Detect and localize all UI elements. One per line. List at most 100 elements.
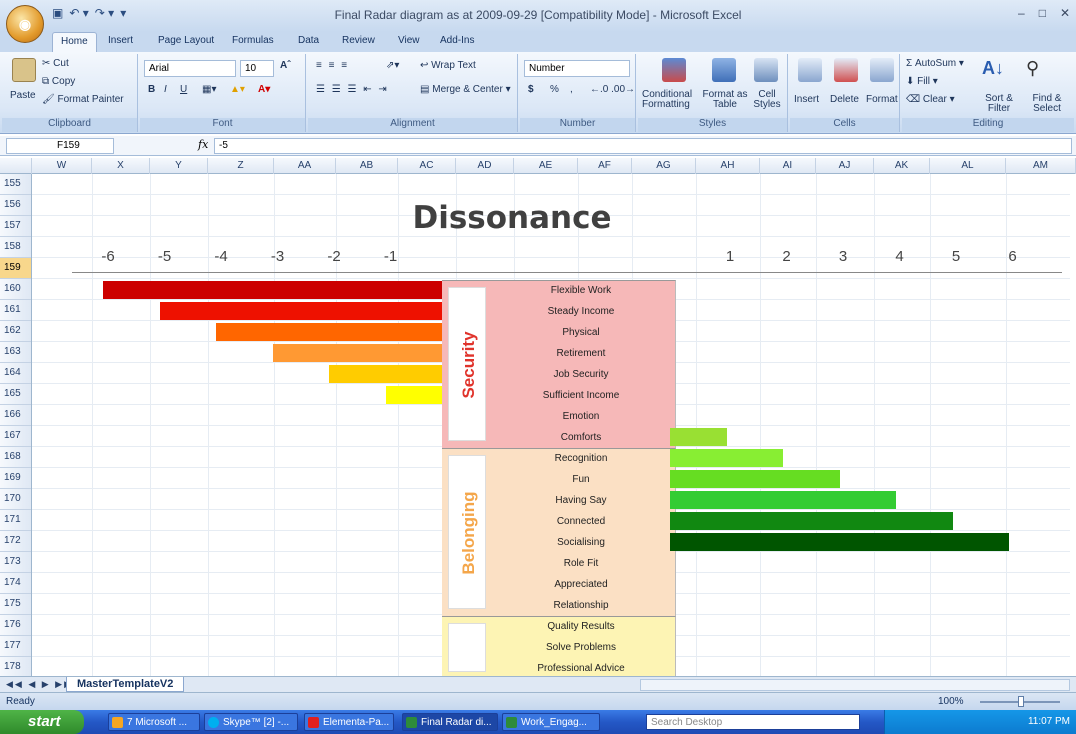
row-header[interactable]: 163 <box>0 342 31 363</box>
tab-insert[interactable]: Insert <box>108 35 133 46</box>
bar-negative[interactable] <box>103 281 442 299</box>
delete-cells-icon[interactable] <box>834 58 858 82</box>
row-header[interactable]: 174 <box>0 573 31 594</box>
row-header[interactable]: 165 <box>0 384 31 405</box>
paste-icon[interactable] <box>12 58 36 82</box>
column-header[interactable]: AC <box>398 158 456 174</box>
sort-filter-button[interactable]: Sort & Filter <box>974 94 1024 114</box>
format-table-icon[interactable] <box>712 58 736 82</box>
bar-negative[interactable] <box>385 386 442 404</box>
merge-center-button[interactable]: ▤ Merge & Center ▾ <box>420 84 511 95</box>
column-header[interactable]: Y <box>150 158 208 174</box>
close-button[interactable]: ✕ <box>1060 6 1070 20</box>
borders-icon[interactable]: ▦▾ <box>202 84 216 95</box>
zoom-slider-thumb[interactable] <box>1018 696 1024 707</box>
taskbar-item[interactable]: Final Radar di... <box>402 713 498 731</box>
font-name-select[interactable]: Arial <box>144 60 236 77</box>
tab-data[interactable]: Data <box>298 35 319 46</box>
row-header[interactable]: 177 <box>0 636 31 657</box>
row-header[interactable]: 160 <box>0 279 31 300</box>
taskbar-item[interactable]: 7 Microsoft ... <box>108 713 200 731</box>
row-header[interactable]: 166 <box>0 405 31 426</box>
bold-button[interactable]: B <box>148 84 155 95</box>
currency-button[interactable]: $ <box>528 84 534 95</box>
decimal-icons[interactable]: ←.0 .00→ <box>590 84 635 95</box>
row-header[interactable]: 176 <box>0 615 31 636</box>
bar-positive[interactable] <box>670 512 953 530</box>
bar-negative[interactable] <box>159 302 442 320</box>
tab-formulas[interactable]: Formulas <box>232 35 274 46</box>
column-header[interactable]: AA <box>274 158 336 174</box>
column-header[interactable]: AE <box>514 158 578 174</box>
row-header[interactable]: 172 <box>0 531 31 552</box>
comma-button[interactable]: , <box>570 84 573 95</box>
insert-cells-icon[interactable] <box>798 58 822 82</box>
number-format-select[interactable]: Number <box>524 60 630 77</box>
row-header[interactable]: 159 <box>0 258 31 279</box>
bar-positive[interactable] <box>670 491 896 509</box>
fill-color-icon[interactable]: ▲▾ <box>230 84 245 95</box>
find-select-icon[interactable]: ⚲ <box>1026 58 1039 79</box>
sheet-nav-arrows[interactable]: ◀◀ ◀ ▶ ▶▶ <box>6 679 73 690</box>
row-header[interactable]: 164 <box>0 363 31 384</box>
cell-styles-button[interactable]: Cell Styles <box>750 90 784 110</box>
font-color-icon[interactable]: A▾ <box>258 84 270 95</box>
format-button[interactable]: Format <box>866 94 898 105</box>
column-header[interactable]: X <box>92 158 150 174</box>
taskbar-item[interactable]: Skype™ [2] -... <box>204 713 298 731</box>
cut-button[interactable]: ✂ Cut <box>42 58 69 69</box>
vertical-align-icons[interactable]: ≡ ≡ ≡ <box>316 60 349 71</box>
fill-button[interactable]: ⬇ Fill ▾ <box>906 76 938 87</box>
copy-button[interactable]: ⧉ Copy <box>42 76 75 87</box>
horizontal-scrollbar[interactable] <box>640 679 1070 691</box>
column-header[interactable]: AB <box>336 158 398 174</box>
row-header[interactable]: 157 <box>0 216 31 237</box>
cell-styles-icon[interactable] <box>754 58 778 82</box>
row-header[interactable]: 167 <box>0 426 31 447</box>
bar-positive[interactable] <box>670 533 1009 551</box>
column-header[interactable]: AD <box>456 158 514 174</box>
row-header[interactable]: 156 <box>0 195 31 216</box>
underline-button[interactable]: U <box>180 84 187 95</box>
tab-view[interactable]: View <box>398 35 420 46</box>
row-header[interactable]: 178 <box>0 657 31 676</box>
insert-function-icon[interactable]: fx <box>198 138 208 151</box>
format-cells-icon[interactable] <box>870 58 894 82</box>
row-header[interactable]: 162 <box>0 321 31 342</box>
bar-negative[interactable] <box>272 344 442 362</box>
column-header[interactable]: W <box>32 158 92 174</box>
tab-review[interactable]: Review <box>342 35 375 46</box>
format-as-table-button[interactable]: Format as Table <box>702 90 748 110</box>
bar-positive[interactable] <box>670 470 840 488</box>
sheet-tab-mastertemplatev2[interactable]: MasterTemplateV2 <box>66 677 185 692</box>
bar-positive[interactable] <box>670 449 783 467</box>
column-header[interactable]: AH <box>696 158 760 174</box>
column-header[interactable]: AI <box>760 158 816 174</box>
dissonance-chart[interactable]: Dissonance -6 -5 -4 -3 -2 -1 1 2 3 4 5 6 Security Fle… <box>32 174 1070 676</box>
row-header[interactable]: 170 <box>0 489 31 510</box>
row-header[interactable]: 173 <box>0 552 31 573</box>
column-header[interactable]: AJ <box>816 158 874 174</box>
percent-button[interactable]: % <box>550 84 559 95</box>
taskbar-item[interactable]: Work_Engag... <box>502 713 600 731</box>
font-size-select[interactable]: 10 <box>240 60 274 77</box>
sort-filter-icon[interactable]: A↓ <box>982 58 1004 79</box>
find-select-button[interactable]: Find & Select <box>1024 94 1070 114</box>
column-header[interactable]: AM <box>1006 158 1076 174</box>
conditional-formatting-icon[interactable] <box>662 58 686 82</box>
column-header[interactable]: AL <box>930 158 1006 174</box>
row-header[interactable]: 155 <box>0 174 31 195</box>
wrap-text-button[interactable]: ↩ Wrap Text <box>420 60 476 71</box>
bar-positive[interactable] <box>670 428 727 446</box>
clear-button[interactable]: ⌫ Clear ▾ <box>906 94 955 105</box>
tab-home[interactable]: Home <box>52 32 97 52</box>
formula-input[interactable]: -5 <box>214 138 1072 154</box>
row-header[interactable]: 158 <box>0 237 31 258</box>
column-header[interactable]: Z <box>208 158 274 174</box>
row-header[interactable]: 161 <box>0 300 31 321</box>
insert-button[interactable]: Insert <box>794 94 819 105</box>
name-box[interactable]: F159 <box>6 138 114 154</box>
grow-font-button[interactable]: Aˆ <box>280 60 291 71</box>
row-header[interactable]: 171 <box>0 510 31 531</box>
search-desktop-input[interactable]: Search Desktop <box>646 714 860 730</box>
